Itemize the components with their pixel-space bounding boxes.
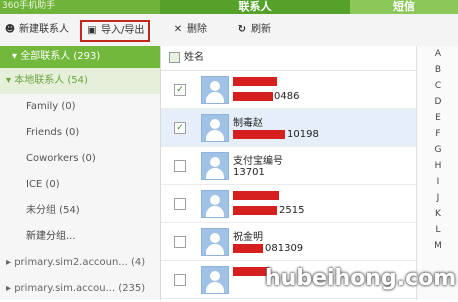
alpha-letter[interactable]: I	[417, 174, 458, 190]
alpha-letter[interactable]: H	[417, 158, 458, 174]
sidebar-item-new-group[interactable]: 新建分组...	[0, 224, 160, 250]
redaction-mark	[233, 191, 279, 200]
avatar	[201, 152, 229, 180]
close-icon: ✕	[173, 24, 183, 35]
contact-name: 制毒赵	[233, 118, 263, 129]
table-row[interactable]: ✓ 制毒赵 10198	[161, 109, 416, 147]
redaction-mark	[233, 206, 277, 215]
import-export-label: 导入/导出	[101, 25, 145, 36]
contact-phone: 0486	[274, 91, 300, 102]
refresh-button[interactable]: ↻ 刷新	[236, 20, 271, 40]
new-contact-label: 新建联系人	[19, 24, 69, 35]
tab-contacts[interactable]: 联系人	[160, 0, 350, 14]
sidebar-item-all-contacts[interactable]: ▾ 全部联系人 (293)	[0, 46, 160, 68]
sidebar-item-label: primary.sim2.accoun... (4)	[14, 257, 146, 268]
sidebar-item-label: 全部联系人 (293)	[20, 51, 101, 62]
sidebar-item-family[interactable]: Family (0)	[0, 94, 160, 120]
avatar	[201, 190, 229, 218]
import-export-icon: ▣	[87, 25, 97, 36]
row-checkbox[interactable]	[174, 274, 186, 286]
app-title: 360手机助手	[2, 1, 56, 11]
contact-list: 姓名 ✓ 0486 ✓ 制毒赵 10198 支付宝编号 13701 2515 祝…	[161, 46, 416, 300]
row-checkbox[interactable]: ✓	[174, 122, 186, 134]
select-all-checkbox[interactable]	[169, 51, 180, 63]
redaction-mark	[233, 244, 263, 253]
avatar	[201, 76, 229, 104]
alpha-letter[interactable]: M	[417, 238, 458, 254]
chevron-right-icon: ▸	[6, 283, 15, 294]
alpha-letter[interactable]: K	[417, 206, 458, 222]
sidebar-item-label: 本地联系人 (54)	[14, 75, 88, 86]
tab-sms[interactable]: 短信	[350, 0, 458, 14]
alpha-letter[interactable]: B	[417, 62, 458, 78]
row-checkbox[interactable]	[174, 160, 186, 172]
contact-name: 祝金明	[233, 232, 263, 243]
row-checkbox[interactable]	[174, 236, 186, 248]
refresh-icon: ↻	[237, 24, 247, 35]
import-export-button[interactable]: ▣ 导入/导出	[80, 20, 151, 42]
table-row[interactable]: 祝金明 081309	[161, 223, 416, 261]
delete-button[interactable]: ✕ 删除	[172, 20, 207, 40]
new-contact-button[interactable]: ☻ 新建联系人	[4, 20, 69, 40]
avatar	[201, 228, 229, 256]
alpha-letter[interactable]: A	[417, 46, 458, 62]
table-row[interactable]: 支付宝编号 13701	[161, 147, 416, 185]
sidebar: ▾ 全部联系人 (293) ▾ 本地联系人 (54) Family (0) Fr…	[0, 46, 161, 300]
alpha-letter[interactable]: E	[417, 110, 458, 126]
sidebar-item-account-sim[interactable]: ▸ primary.sim.accou... (235)	[0, 276, 160, 302]
alpha-letter[interactable]: L	[417, 222, 458, 238]
chevron-down-icon: ▾	[12, 51, 21, 62]
chevron-right-icon: ▸	[6, 257, 15, 268]
contact-phone: 10198	[287, 129, 319, 140]
sidebar-item-local-contacts[interactable]: ▾ 本地联系人 (54)	[0, 68, 160, 94]
contact-phone: 2515	[279, 205, 305, 216]
watermark: hubeihong.com	[265, 266, 457, 291]
toolbar: ☻ 新建联系人 ▣ 导入/导出 ✕ 删除 ↻ 刷新	[0, 14, 458, 47]
redaction-mark	[233, 267, 269, 276]
alphabet-index: A B C D E F G H I J K L M	[416, 46, 458, 300]
alpha-letter[interactable]: D	[417, 94, 458, 110]
alpha-letter[interactable]: G	[417, 142, 458, 158]
alpha-letter[interactable]: J	[417, 190, 458, 206]
redaction-mark	[233, 77, 277, 86]
table-row[interactable]: 2515	[161, 185, 416, 223]
contact-phone: 081309	[265, 243, 304, 254]
avatar	[201, 266, 229, 294]
list-header: 姓名	[161, 46, 416, 71]
sidebar-item-friends[interactable]: Friends (0)	[0, 120, 160, 146]
sidebar-item-ice[interactable]: ICE (0)	[0, 172, 160, 198]
alpha-letter[interactable]: F	[417, 126, 458, 142]
row-checkbox[interactable]: ✓	[174, 84, 186, 96]
redaction-mark	[233, 92, 273, 101]
delete-label: 删除	[187, 24, 207, 35]
avatar	[201, 114, 229, 142]
sidebar-item-ungrouped[interactable]: 未分组 (54)	[0, 198, 160, 224]
column-header-name: 姓名	[184, 52, 204, 63]
alpha-letter[interactable]: C	[417, 78, 458, 94]
row-checkbox[interactable]	[174, 198, 186, 210]
contact-name: 支付宝编号	[233, 156, 283, 167]
refresh-label: 刷新	[251, 24, 271, 35]
table-row[interactable]: ✓ 0486	[161, 71, 416, 109]
sidebar-item-account-sim2[interactable]: ▸ primary.sim2.accoun... (4)	[0, 250, 160, 276]
add-user-icon: ☻	[4, 24, 16, 35]
contact-phone: 13701	[233, 167, 265, 178]
chevron-down-icon: ▾	[6, 75, 15, 86]
sidebar-item-label: primary.sim.accou... (235)	[14, 283, 146, 294]
redaction-mark	[233, 130, 285, 139]
sidebar-item-coworkers[interactable]: Coworkers (0)	[0, 146, 160, 172]
